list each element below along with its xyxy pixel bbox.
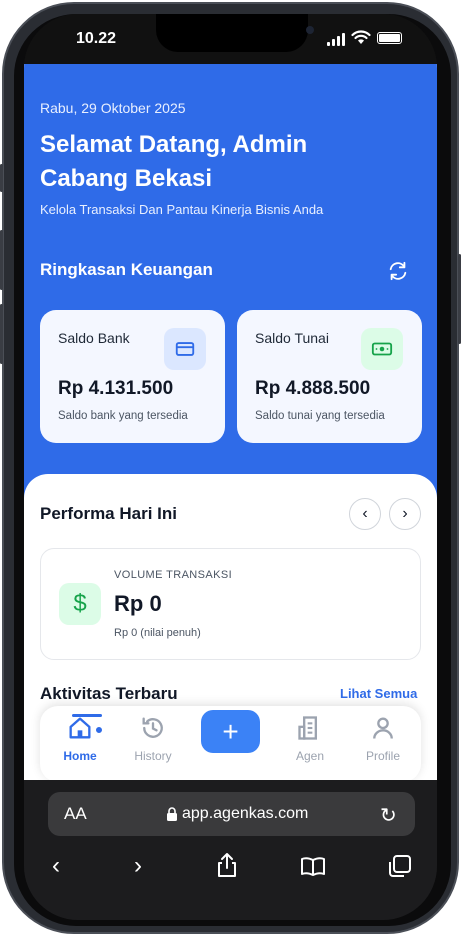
status-bar: 10.22 bbox=[24, 14, 437, 64]
greeting-subtitle: Kelola Transaksi Dan Pantau Kinerja Bisn… bbox=[40, 202, 324, 217]
bank-balance-label: Saldo Bank bbox=[58, 330, 130, 346]
cash-balance-card[interactable]: Saldo Tunai Rp 4.888.500 Saldo tunai yan… bbox=[237, 310, 422, 443]
share-icon[interactable] bbox=[216, 852, 238, 878]
status-time: 10.22 bbox=[76, 30, 117, 47]
plus-icon: + bbox=[222, 715, 239, 747]
forward-icon[interactable]: › bbox=[134, 852, 142, 880]
reader-text-button[interactable]: AA bbox=[64, 804, 87, 824]
hero-header: Rabu, 29 Oktober 2025 Selamat Datang, Ad… bbox=[24, 64, 437, 504]
wifi-icon bbox=[351, 30, 371, 44]
volume-down-button bbox=[0, 304, 3, 364]
volume-up-button bbox=[0, 230, 3, 290]
prev-button[interactable]: ‹ bbox=[349, 498, 381, 530]
greeting-title: Selamat Datang, Admin Cabang Bekasi bbox=[40, 131, 308, 192]
bottom-nav: Home History + Agen Profile bbox=[40, 706, 421, 782]
back-icon[interactable]: ‹ bbox=[52, 852, 60, 880]
chevron-right-icon: › bbox=[402, 505, 408, 522]
tabs-icon[interactable] bbox=[388, 854, 412, 878]
reload-icon[interactable]: ↻ bbox=[380, 803, 397, 828]
url-text: app.agenkas.com bbox=[182, 805, 309, 822]
bank-balance-card[interactable]: Saldo Bank Rp 4.131.500 Saldo bank yang … bbox=[40, 310, 225, 443]
lock-icon bbox=[167, 807, 177, 821]
active-indicator bbox=[72, 714, 102, 717]
browser-toolbar: AA app.agenkas.com ↻ ‹ › bbox=[24, 780, 437, 920]
notification-dot bbox=[95, 726, 103, 734]
credit-card-icon bbox=[164, 328, 206, 370]
current-date: Rabu, 29 Oktober 2025 bbox=[40, 100, 186, 116]
transaction-volume-card: $ VOLUME TRANSAKSI Rp 0 Rp 0 (nilai penu… bbox=[40, 548, 421, 660]
cash-balance-value: Rp 4.888.500 bbox=[255, 378, 371, 399]
volume-note: Rp 0 (nilai penuh) bbox=[114, 627, 201, 639]
nav-profile-label: Profile bbox=[365, 749, 400, 763]
nav-home[interactable]: Home bbox=[50, 714, 110, 763]
signal-icon bbox=[327, 32, 345, 46]
next-button[interactable]: › bbox=[389, 498, 421, 530]
address-bar[interactable]: AA app.agenkas.com ↻ bbox=[48, 792, 415, 836]
mute-switch bbox=[0, 164, 3, 192]
refresh-icon[interactable] bbox=[387, 260, 409, 282]
nav-profile[interactable]: Profile bbox=[353, 714, 413, 763]
add-transaction-button[interactable]: + bbox=[201, 710, 260, 753]
app-content: Rabu, 29 Oktober 2025 Selamat Datang, Ad… bbox=[24, 64, 437, 784]
building-icon bbox=[298, 716, 317, 740]
activity-title: Aktivitas Terbaru bbox=[40, 684, 178, 703]
user-icon bbox=[373, 717, 393, 739]
bank-balance-value: Rp 4.131.500 bbox=[58, 378, 174, 399]
dynamic-island bbox=[156, 14, 314, 52]
performance-title: Performa Hari Ini bbox=[40, 504, 177, 523]
summary-title: Ringkasan Keuangan bbox=[40, 260, 213, 279]
bookmarks-icon[interactable] bbox=[300, 856, 326, 876]
volume-caption: VOLUME TRANSAKSI bbox=[114, 569, 233, 581]
battery-icon bbox=[377, 32, 402, 44]
nav-history-label: History bbox=[134, 749, 172, 763]
camera bbox=[306, 26, 314, 34]
nav-home-label: Home bbox=[63, 749, 97, 763]
volume-value: Rp 0 bbox=[114, 591, 162, 616]
nav-history[interactable]: History bbox=[123, 714, 183, 763]
see-all-link[interactable]: Lihat Semua bbox=[340, 686, 417, 701]
banknote-icon bbox=[361, 328, 403, 370]
dollar-icon: $ bbox=[59, 583, 101, 625]
cash-balance-note: Saldo tunai yang tersedia bbox=[255, 410, 385, 422]
nav-agen[interactable]: Agen bbox=[280, 714, 340, 763]
cash-balance-label: Saldo Tunai bbox=[255, 330, 329, 346]
bank-balance-note: Saldo bank yang tersedia bbox=[58, 410, 188, 422]
history-icon bbox=[142, 717, 163, 738]
nav-agen-label: Agen bbox=[295, 749, 325, 763]
chevron-left-icon: ‹ bbox=[362, 505, 368, 522]
screen: 10.22 Rabu, 29 Oktober 2025 Selamat Data… bbox=[24, 14, 437, 920]
home-icon bbox=[69, 717, 91, 739]
